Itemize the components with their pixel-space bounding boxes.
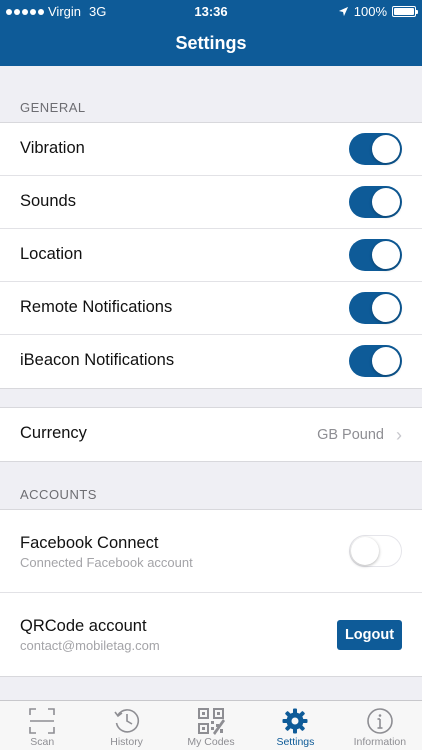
setting-row-sounds: Sounds (0, 176, 422, 229)
navigation-header: Virgin 3G 13:36 100% Settings (0, 0, 422, 66)
facebook-connect-sublabel: Connected Facebook account (20, 555, 193, 570)
tab-scan[interactable]: Scan (0, 701, 84, 750)
remote-notifications-toggle[interactable] (349, 292, 402, 324)
page-title: Settings (175, 33, 247, 53)
setting-label: Vibration (20, 139, 85, 157)
toggle-knob (351, 537, 379, 565)
qrcode-account-email: contact@mobiletag.com (20, 638, 160, 653)
facebook-connect-row: Facebook Connect Connected Facebook acco… (0, 510, 422, 593)
logout-button[interactable]: Logout (337, 620, 402, 650)
currency-group: Currency GB Pound › (0, 407, 422, 462)
tab-bar: Scan History My Codes Settings Informati… (0, 700, 422, 750)
facebook-connect-label: Facebook Connect (20, 534, 159, 552)
location-arrow-icon (338, 6, 348, 17)
vibration-toggle[interactable] (349, 133, 402, 165)
status-bar: Virgin 3G 13:36 100% (0, 0, 422, 24)
tab-label: Information (353, 736, 407, 748)
setting-row-vibration: Vibration (0, 123, 422, 176)
tab-my-codes[interactable]: My Codes (169, 701, 253, 750)
ibeacon-notifications-toggle[interactable] (349, 345, 402, 377)
setting-label: iBeacon Notifications (20, 351, 175, 369)
toggle-knob (372, 347, 400, 375)
qrcode-account-label: QRCode account (20, 617, 147, 635)
tab-history[interactable]: History (84, 701, 168, 750)
setting-row-location: Location (0, 229, 422, 282)
facebook-connect-toggle[interactable] (349, 535, 402, 567)
setting-row-ibeacon-notifications: iBeacon Notifications (0, 335, 422, 388)
sounds-toggle[interactable] (349, 186, 402, 218)
setting-label: Remote Notifications (20, 298, 173, 316)
qrcode-account-row: QRCode account contact@mobiletag.com Log… (0, 593, 422, 676)
status-right: 100% (338, 4, 418, 19)
battery-level (394, 8, 414, 15)
setting-label: Location (20, 245, 83, 263)
general-settings-group: Vibration Sounds Location Remote Notific… (0, 122, 422, 389)
toggle-knob (372, 135, 400, 163)
location-toggle[interactable] (349, 239, 402, 271)
tab-label: Scan (30, 736, 55, 748)
tab-settings[interactable]: Settings (253, 701, 337, 750)
tab-label: My Codes (187, 736, 235, 748)
gear-icon (282, 708, 308, 734)
info-icon (367, 708, 393, 734)
setting-label: Sounds (20, 192, 76, 210)
tab-information[interactable]: Information (338, 701, 422, 750)
scan-icon (29, 708, 56, 734)
section-label-general: GENERAL (20, 100, 86, 115)
currency-label: Currency (20, 424, 87, 442)
toggle-knob (372, 188, 400, 216)
currency-row[interactable]: Currency GB Pound › (0, 408, 422, 461)
accounts-group: Facebook Connect Connected Facebook acco… (0, 509, 422, 677)
battery-percent: 100% (353, 4, 387, 19)
qr-code-icon (198, 708, 226, 735)
battery-icon (392, 6, 418, 17)
setting-row-remote-notifications: Remote Notifications (0, 282, 422, 335)
currency-value: GB Pound (317, 427, 384, 443)
tab-label: History (110, 736, 143, 748)
chevron-right-icon: › (396, 425, 402, 445)
toggle-knob (372, 294, 400, 322)
section-label-accounts: ACCOUNTS (20, 487, 97, 502)
tab-label: Settings (276, 736, 315, 748)
toggle-knob (372, 241, 400, 269)
history-icon (113, 709, 139, 733)
